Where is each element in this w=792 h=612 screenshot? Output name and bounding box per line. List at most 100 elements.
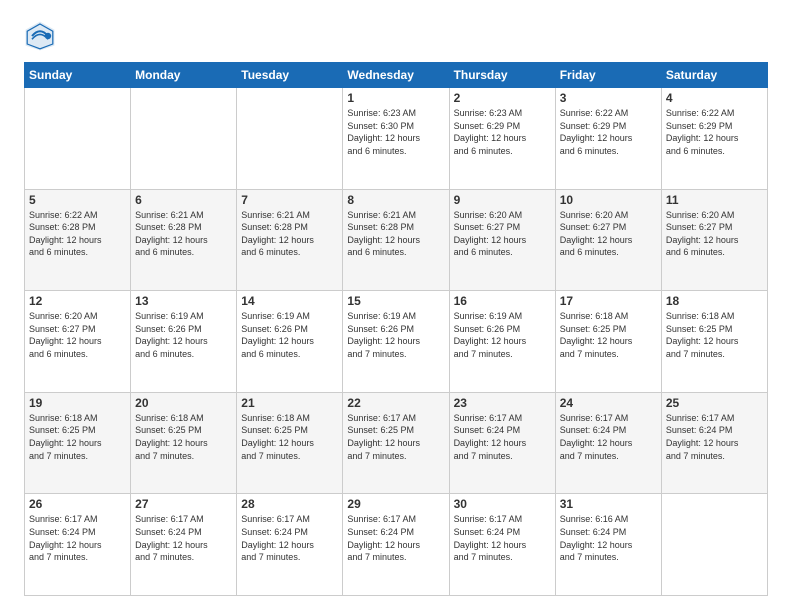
calendar-cell: 23 Sunrise: 6:17 AMSunset: 6:24 PMDayligh… [449, 392, 555, 494]
weekday-header-saturday: Saturday [661, 63, 767, 88]
cell-line: Sunset: 6:29 PM [560, 120, 657, 133]
day-number: 8 [347, 193, 444, 207]
cell-line: Sunrise: 6:21 AM [347, 209, 444, 222]
cell-line: and 7 minutes. [29, 450, 126, 463]
weekday-header-sunday: Sunday [25, 63, 131, 88]
cell-content: Sunrise: 6:18 AMSunset: 6:25 PMDaylight:… [135, 412, 232, 462]
cell-line: and 6 minutes. [135, 246, 232, 259]
cell-content: Sunrise: 6:17 AMSunset: 6:24 PMDaylight:… [454, 513, 551, 563]
cell-line: Daylight: 12 hours [454, 437, 551, 450]
day-number: 26 [29, 497, 126, 511]
cell-line: Sunrise: 6:17 AM [241, 513, 338, 526]
cell-line: Sunrise: 6:22 AM [666, 107, 763, 120]
cell-line: Sunset: 6:24 PM [241, 526, 338, 539]
day-number: 11 [666, 193, 763, 207]
cell-line: Sunrise: 6:17 AM [347, 513, 444, 526]
cell-line: Daylight: 12 hours [241, 234, 338, 247]
cell-line: and 6 minutes. [29, 246, 126, 259]
calendar-cell: 3Sunrise: 6:22 AMSunset: 6:29 PMDaylight… [555, 88, 661, 190]
day-number: 27 [135, 497, 232, 511]
cell-content: Sunrise: 6:17 AMSunset: 6:24 PMDaylight:… [454, 412, 551, 462]
cell-content: Sunrise: 6:20 AMSunset: 6:27 PMDaylight:… [666, 209, 763, 259]
cell-content: Sunrise: 6:20 AMSunset: 6:27 PMDaylight:… [560, 209, 657, 259]
cell-line: Daylight: 12 hours [29, 335, 126, 348]
cell-content: Sunrise: 6:18 AMSunset: 6:25 PMDaylight:… [560, 310, 657, 360]
cell-line: Sunset: 6:27 PM [560, 221, 657, 234]
cell-line: Sunset: 6:24 PM [29, 526, 126, 539]
cell-line: Daylight: 12 hours [560, 437, 657, 450]
day-number: 24 [560, 396, 657, 410]
day-number: 25 [666, 396, 763, 410]
cell-line: Sunrise: 6:22 AM [29, 209, 126, 222]
day-number: 18 [666, 294, 763, 308]
day-number: 9 [454, 193, 551, 207]
cell-line: Sunset: 6:25 PM [29, 424, 126, 437]
day-number: 19 [29, 396, 126, 410]
cell-line: Daylight: 12 hours [454, 539, 551, 552]
day-number: 22 [347, 396, 444, 410]
calendar-cell: 8Sunrise: 6:21 AMSunset: 6:28 PMDaylight… [343, 189, 449, 291]
cell-line: Sunrise: 6:20 AM [454, 209, 551, 222]
cell-line: Daylight: 12 hours [560, 335, 657, 348]
cell-line: Sunrise: 6:17 AM [666, 412, 763, 425]
cell-line: Sunrise: 6:20 AM [29, 310, 126, 323]
calendar-cell [25, 88, 131, 190]
cell-line: Sunset: 6:24 PM [666, 424, 763, 437]
calendar-cell: 9Sunrise: 6:20 AMSunset: 6:27 PMDaylight… [449, 189, 555, 291]
cell-line: and 7 minutes. [241, 551, 338, 564]
cell-line: and 7 minutes. [347, 450, 444, 463]
cell-content: Sunrise: 6:17 AMSunset: 6:24 PMDaylight:… [347, 513, 444, 563]
calendar-cell: 13Sunrise: 6:19 AMSunset: 6:26 PMDayligh… [131, 291, 237, 393]
cell-line: Daylight: 12 hours [666, 335, 763, 348]
day-number: 20 [135, 396, 232, 410]
cell-line: and 6 minutes. [241, 348, 338, 361]
cell-line: Sunrise: 6:23 AM [347, 107, 444, 120]
weekday-header-monday: Monday [131, 63, 237, 88]
calendar-week-row: 26Sunrise: 6:17 AMSunset: 6:24 PMDayligh… [25, 494, 768, 596]
calendar-cell [237, 88, 343, 190]
cell-line: and 7 minutes. [29, 551, 126, 564]
cell-line: Sunrise: 6:20 AM [560, 209, 657, 222]
cell-content: Sunrise: 6:22 AMSunset: 6:29 PMDaylight:… [560, 107, 657, 157]
calendar-header-row: SundayMondayTuesdayWednesdayThursdayFrid… [25, 63, 768, 88]
calendar-cell: 28Sunrise: 6:17 AMSunset: 6:24 PMDayligh… [237, 494, 343, 596]
cell-line: Sunset: 6:28 PM [135, 221, 232, 234]
cell-line: Daylight: 12 hours [560, 234, 657, 247]
day-number: 23 [454, 396, 551, 410]
cell-line: and 6 minutes. [135, 348, 232, 361]
cell-line: Sunset: 6:26 PM [454, 323, 551, 336]
cell-line: Daylight: 12 hours [666, 437, 763, 450]
day-number: 5 [29, 193, 126, 207]
cell-content: Sunrise: 6:21 AMSunset: 6:28 PMDaylight:… [135, 209, 232, 259]
cell-content: Sunrise: 6:17 AMSunset: 6:24 PMDaylight:… [666, 412, 763, 462]
cell-line: Daylight: 12 hours [347, 539, 444, 552]
cell-line: Sunset: 6:29 PM [666, 120, 763, 133]
weekday-header-wednesday: Wednesday [343, 63, 449, 88]
cell-line: Sunset: 6:24 PM [454, 526, 551, 539]
cell-line: Sunset: 6:24 PM [560, 424, 657, 437]
cell-line: and 6 minutes. [666, 145, 763, 158]
day-number: 15 [347, 294, 444, 308]
cell-line: Sunrise: 6:19 AM [347, 310, 444, 323]
calendar-cell: 14Sunrise: 6:19 AMSunset: 6:26 PMDayligh… [237, 291, 343, 393]
cell-line: Sunset: 6:24 PM [454, 424, 551, 437]
cell-line: Sunset: 6:26 PM [347, 323, 444, 336]
cell-line: Sunrise: 6:18 AM [29, 412, 126, 425]
cell-content: Sunrise: 6:19 AMSunset: 6:26 PMDaylight:… [454, 310, 551, 360]
cell-line: Daylight: 12 hours [241, 437, 338, 450]
calendar-cell: 2Sunrise: 6:23 AMSunset: 6:29 PMDaylight… [449, 88, 555, 190]
cell-content: Sunrise: 6:17 AMSunset: 6:24 PMDaylight:… [560, 412, 657, 462]
cell-content: Sunrise: 6:17 AMSunset: 6:24 PMDaylight:… [135, 513, 232, 563]
cell-line: Daylight: 12 hours [241, 539, 338, 552]
cell-content: Sunrise: 6:16 AMSunset: 6:24 PMDaylight:… [560, 513, 657, 563]
page: SundayMondayTuesdayWednesdayThursdayFrid… [0, 0, 792, 612]
calendar-cell: 15Sunrise: 6:19 AMSunset: 6:26 PMDayligh… [343, 291, 449, 393]
day-number: 1 [347, 91, 444, 105]
cell-line: Sunset: 6:26 PM [241, 323, 338, 336]
cell-line: Sunrise: 6:21 AM [241, 209, 338, 222]
calendar-cell: 16Sunrise: 6:19 AMSunset: 6:26 PMDayligh… [449, 291, 555, 393]
calendar-cell: 5Sunrise: 6:22 AMSunset: 6:28 PMDaylight… [25, 189, 131, 291]
cell-line: and 6 minutes. [666, 246, 763, 259]
calendar-cell: 22Sunrise: 6:17 AMSunset: 6:25 PMDayligh… [343, 392, 449, 494]
day-number: 31 [560, 497, 657, 511]
